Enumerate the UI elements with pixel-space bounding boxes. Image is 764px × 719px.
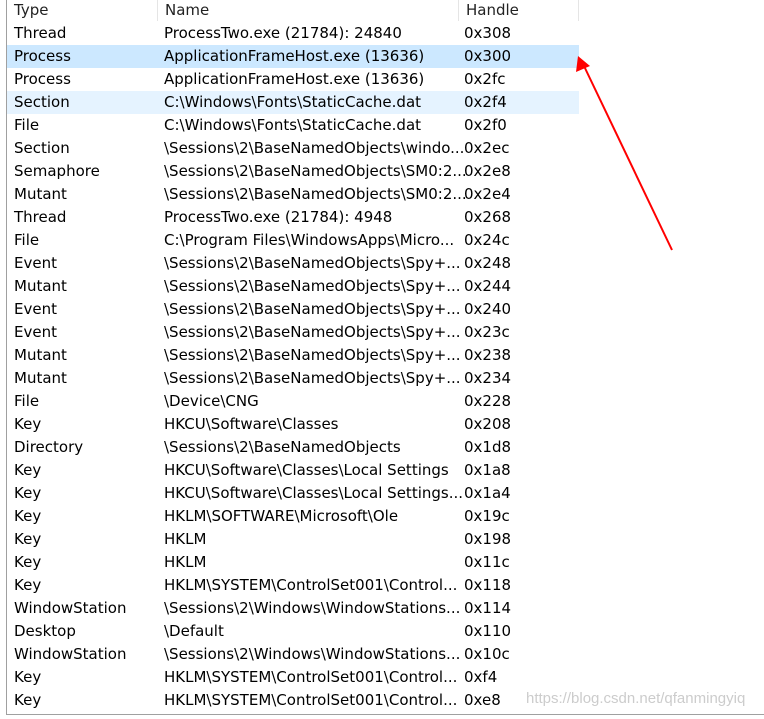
- arrow-head-icon: [576, 56, 590, 72]
- annotation-arrow: [576, 56, 673, 251]
- arrow-line: [583, 65, 673, 251]
